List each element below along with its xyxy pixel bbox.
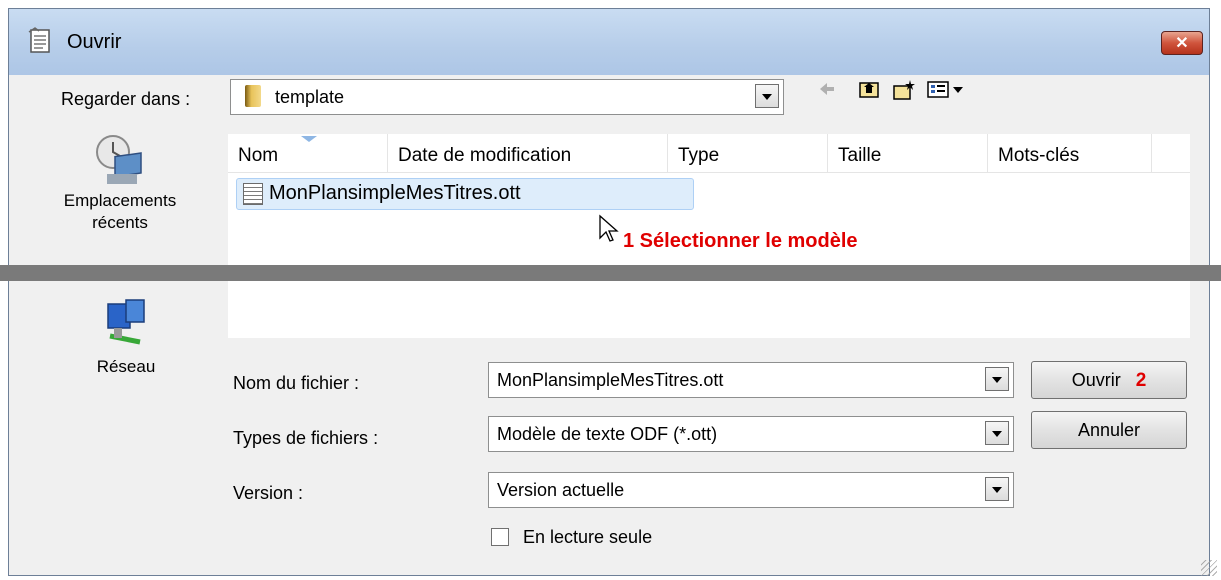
filetype-value: Modèle de texte ODF (*.ott) (497, 424, 718, 444)
place-recent-label-1: Emplacements (63, 191, 177, 210)
chevron-down-icon[interactable] (985, 367, 1009, 391)
sort-indicator-icon (301, 136, 317, 142)
annotation-step2: 2 (1135, 370, 1147, 391)
folder-icon (245, 85, 261, 107)
up-folder-icon[interactable] (858, 79, 880, 99)
back-icon[interactable] (818, 79, 836, 99)
column-header-name[interactable]: Nom (228, 134, 388, 172)
filetype-label: Types de fichiers : (233, 428, 379, 448)
lookin-combo[interactable]: template (230, 79, 784, 115)
chevron-down-icon[interactable] (985, 477, 1009, 501)
file-list[interactable]: Nom Date de modification Type Taille Mot… (228, 134, 1190, 338)
cancel-button[interactable]: Annuler (1031, 411, 1187, 449)
column-header-type[interactable]: Type (668, 134, 828, 172)
mouse-cursor-icon (599, 214, 619, 242)
network-icon (107, 299, 145, 345)
close-icon: ✕ (1175, 35, 1189, 52)
open-button[interactable]: Ouvrir 2 (1031, 361, 1187, 399)
lookin-label: Regarder dans : (61, 89, 191, 109)
annotation-step1: 1 Sélectionner le modèle (623, 230, 858, 252)
lookin-value: template (275, 87, 345, 107)
file-name: MonPlansimpleMesTitres.ott (269, 182, 521, 204)
readonly-checkbox[interactable] (491, 528, 509, 546)
new-folder-icon[interactable] (892, 79, 916, 101)
filename-field[interactable]: MonPlansimpleMesTitres.ott (488, 362, 1014, 398)
recent-places-icon (96, 135, 142, 184)
template-file-icon (243, 183, 263, 205)
chevron-down-icon[interactable] (985, 421, 1009, 445)
chevron-down-icon[interactable] (755, 84, 779, 108)
column-header-size[interactable]: Taille (828, 134, 988, 172)
view-menu-icon[interactable] (926, 79, 970, 99)
window-title: Ouvrir (67, 31, 122, 53)
place-recent[interactable]: Emplacements récents (40, 130, 200, 234)
version-value: Version actuelle (497, 480, 625, 500)
place-network[interactable]: Réseau (46, 296, 206, 378)
readonly-label: En lecture seule (523, 527, 653, 547)
filename-label: Nom du fichier : (233, 373, 360, 393)
filename-value: MonPlansimpleMesTitres.ott (497, 370, 724, 390)
file-item[interactable]: MonPlansimpleMesTitres.ott (236, 178, 694, 210)
version-select[interactable]: Version actuelle (488, 472, 1014, 508)
place-network-label: Réseau (96, 357, 156, 376)
filetype-select[interactable]: Modèle de texte ODF (*.ott) (488, 416, 1014, 452)
title-bar: Ouvrir ✕ (9, 9, 1209, 75)
splitter-bar (0, 265, 1221, 281)
column-header-row: Nom Date de modification Type Taille Mot… (228, 134, 1190, 173)
open-dialog-icon (28, 27, 50, 53)
version-label: Version : (233, 483, 304, 503)
open-button-label: Ouvrir (1071, 370, 1121, 390)
close-button[interactable]: ✕ (1161, 31, 1203, 55)
resize-grip-icon[interactable] (1201, 560, 1217, 576)
place-recent-label-2: récents (92, 213, 148, 232)
column-header-keywords[interactable]: Mots-clés (988, 134, 1152, 172)
column-header-date[interactable]: Date de modification (388, 134, 668, 172)
